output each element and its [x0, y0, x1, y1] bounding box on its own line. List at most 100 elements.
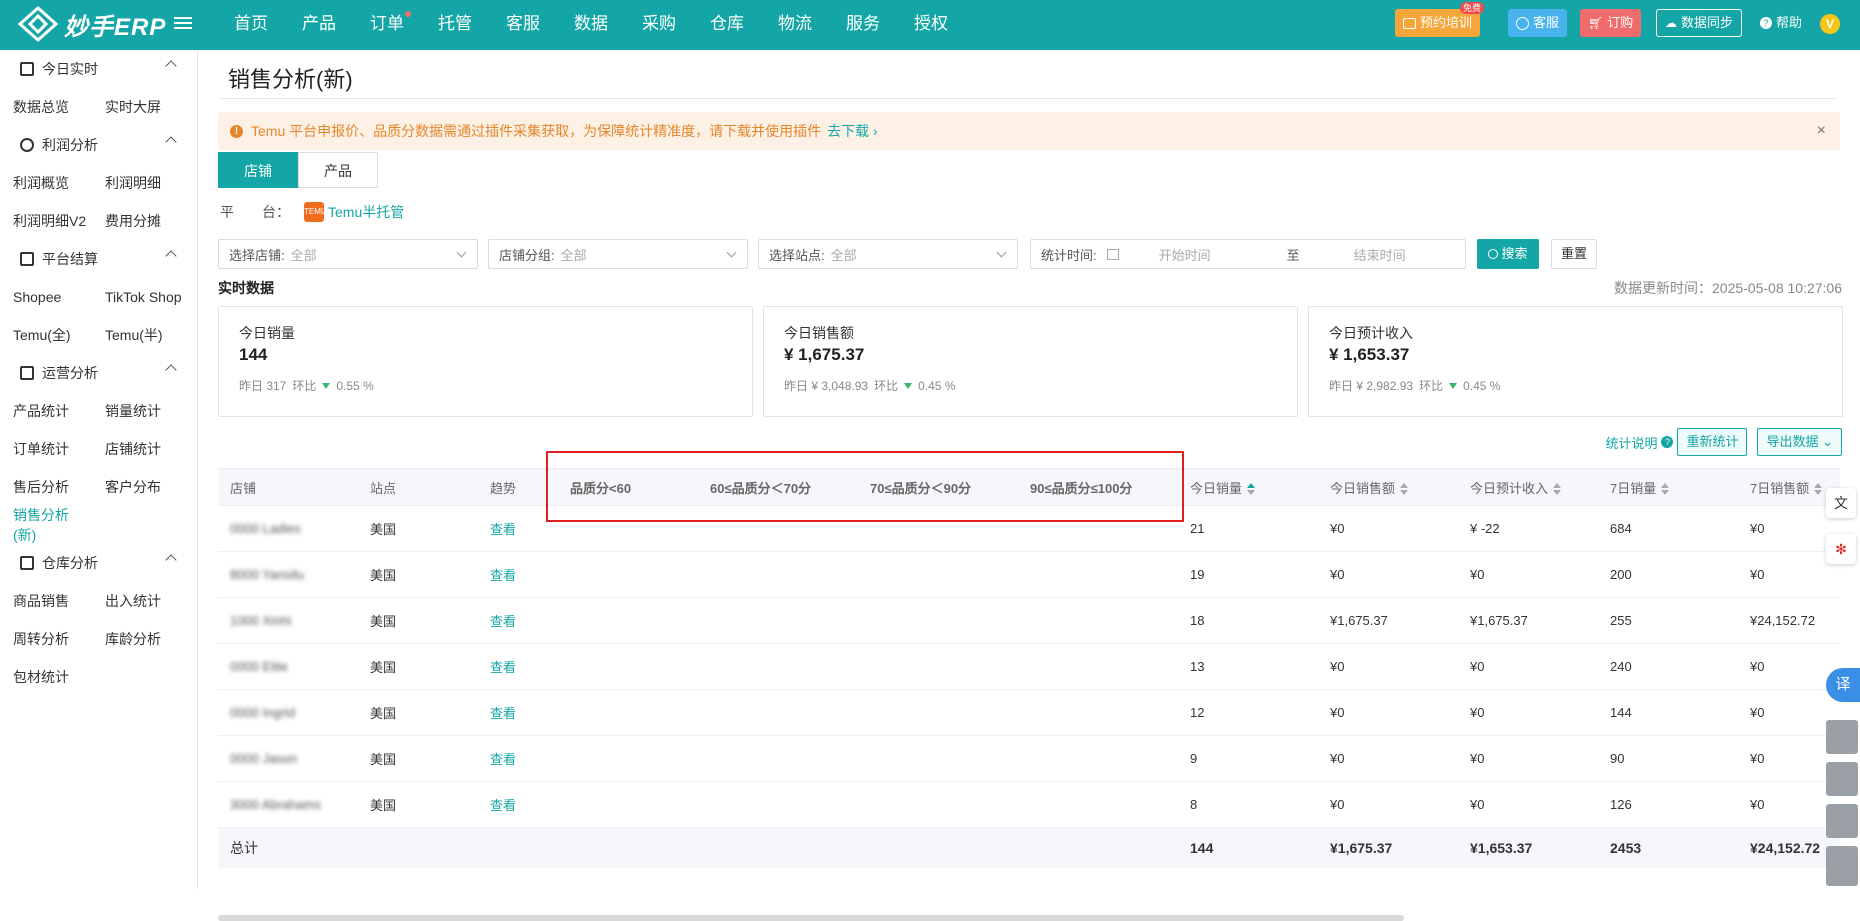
sidebar-item[interactable]: 实时大屏	[92, 97, 184, 117]
sidebar-item[interactable]: Temu(全)	[0, 325, 92, 345]
nav-item-10[interactable]: 授权	[897, 0, 965, 50]
table-row: 8000 Yansilu 美国 查看 19 ¥0 ¥0 200 ¥0	[218, 552, 1840, 598]
platform-name[interactable]: Temu半托管	[328, 202, 404, 222]
sort-icon[interactable]	[1661, 483, 1670, 496]
nav-item-3[interactable]: 托管	[421, 0, 489, 50]
sort-icon[interactable]	[1814, 483, 1823, 496]
start-date-input[interactable]: 开始时间	[1159, 245, 1279, 264]
chevron-down-icon	[726, 247, 737, 258]
app-logo[interactable]: 妙手ERP	[18, 6, 166, 42]
trend-view-link[interactable]: 查看	[478, 749, 558, 768]
help-button[interactable]: ? 帮助	[1752, 9, 1810, 37]
tab-store[interactable]: 店铺	[218, 152, 298, 188]
download-link[interactable]: 去下载 ›	[827, 121, 878, 141]
date-range-picker[interactable]: 统计时间: 开始时间 至 结束时间	[1030, 239, 1466, 269]
search-button[interactable]: 搜索	[1477, 239, 1539, 269]
card-value: ¥ 1,675.37	[784, 345, 865, 364]
sidebar-row: 包材统计	[0, 658, 197, 696]
trend-view-link[interactable]: 查看	[478, 657, 558, 676]
close-icon[interactable]: ×	[1817, 122, 1826, 140]
customer-service-button[interactable]: 客服	[1508, 9, 1568, 37]
site-select[interactable]: 选择站点: 全部	[758, 239, 1018, 269]
avatar[interactable]: V	[1820, 14, 1840, 34]
end-date-input[interactable]: 结束时间	[1354, 245, 1406, 264]
trend-view-link[interactable]: 查看	[478, 795, 558, 814]
sidebar-item[interactable]: 售后分析	[0, 477, 92, 497]
nav-item-2[interactable]: 订单	[353, 0, 421, 50]
sidebar-group-2[interactable]: 平台结算	[0, 240, 197, 278]
date-range-label: 统计时间:	[1041, 247, 1097, 263]
view-tabs: 店铺 产品	[218, 152, 378, 188]
sidebar-item[interactable]: 数据总览	[0, 97, 92, 117]
data-sync-button[interactable]: ☁ 数据同步	[1656, 9, 1743, 37]
trend-view-link[interactable]: 查看	[478, 565, 558, 584]
menu-toggle-icon[interactable]	[174, 14, 192, 32]
sidebar-item[interactable]: Shopee	[0, 289, 92, 305]
sort-icon[interactable]	[1400, 483, 1409, 496]
nav-item-1[interactable]: 产品	[285, 0, 353, 50]
sidebar-item[interactable]: 店铺统计	[92, 439, 184, 459]
recalculate-button[interactable]: 重新统计	[1677, 428, 1748, 456]
nav-item-9[interactable]: 服务	[829, 0, 897, 50]
export-button[interactable]: 导出数据 ⌄	[1757, 428, 1842, 456]
tab-product[interactable]: 产品	[298, 152, 378, 188]
reset-button[interactable]: 重置	[1551, 239, 1597, 269]
mobile-icon[interactable]	[1826, 720, 1858, 754]
sidebar-item[interactable]: Temu(半)	[92, 325, 184, 345]
column-header[interactable]: 7日销售额	[1738, 478, 1840, 497]
order-button[interactable]: 🛒︎ 订购	[1580, 9, 1642, 37]
horizontal-scrollbar[interactable]	[218, 915, 1404, 921]
back-to-top-icon[interactable]	[1826, 846, 1858, 886]
sidebar-item[interactable]: 库龄分析	[92, 629, 184, 649]
network-float-icon[interactable]: ✻	[1826, 534, 1856, 564]
sidebar-group-3[interactable]: 运营分析	[0, 354, 197, 392]
store-group-select[interactable]: 店铺分组: 全部	[488, 239, 748, 269]
edit-icon[interactable]	[1826, 762, 1858, 796]
sidebar-item[interactable]: 费用分摊	[92, 211, 184, 231]
nav-item-5[interactable]: 数据	[557, 0, 625, 50]
nav-item-4[interactable]: 客服	[489, 0, 557, 50]
sidebar-item[interactable]: 周转分析	[0, 629, 92, 649]
column-header[interactable]: 今日预计收入	[1458, 478, 1598, 497]
table-cell: ¥0	[1750, 705, 1765, 720]
translate-float-icon[interactable]: 文	[1826, 488, 1856, 518]
sidebar-item[interactable]: 销售分析(新)	[0, 505, 92, 545]
sidebar-item[interactable]: 订单统计	[0, 439, 92, 459]
training-button[interactable]: 预约培训 免费	[1395, 2, 1485, 37]
sidebar-row: 数据总览 实时大屏	[0, 88, 197, 126]
store-select[interactable]: 选择店铺: 全部	[218, 239, 478, 269]
refresh-icon[interactable]	[1826, 804, 1858, 838]
sidebar-group-1[interactable]: 利润分析	[0, 126, 197, 164]
nav-item-7[interactable]: 仓库	[693, 0, 761, 50]
trend-view-link[interactable]: 查看	[478, 611, 558, 630]
sidebar-group-4[interactable]: 仓库分析	[0, 544, 197, 582]
translate-button[interactable]: 译	[1826, 668, 1860, 702]
sidebar-item[interactable]: 利润明细V2	[0, 211, 92, 231]
table-cell: 美国	[370, 614, 397, 629]
sidebar-item[interactable]: 销量统计	[92, 401, 184, 421]
table-row: 1000 Xinhi 美国 查看 18 ¥1,675.37 ¥1,675.37 255 ¥24…	[218, 598, 1840, 644]
stats-note-link[interactable]: 统计说明	[1605, 433, 1657, 452]
platform-row: 平 台： TEMU Temu半托管	[220, 202, 404, 222]
table-cell: ¥1,675.37	[1470, 613, 1528, 628]
column-header[interactable]: 7日销量	[1598, 478, 1738, 497]
cloud-icon: ☁	[1665, 16, 1677, 30]
sidebar-group-0[interactable]: 今日实时	[0, 50, 197, 88]
sidebar-item[interactable]: 出入统计	[92, 591, 184, 611]
column-header[interactable]: 今日销量	[1178, 478, 1318, 497]
column-header[interactable]: 今日销售额	[1318, 478, 1458, 497]
sidebar-item[interactable]: 利润明细	[92, 173, 184, 193]
trend-view-link[interactable]: 查看	[478, 703, 558, 722]
sidebar-item[interactable]: 商品销售	[0, 591, 92, 611]
nav-item-6[interactable]: 采购	[625, 0, 693, 50]
sort-icon[interactable]	[1553, 483, 1562, 496]
sort-icon[interactable]	[1247, 483, 1256, 496]
sidebar-item[interactable]: TikTok Shop	[92, 289, 184, 305]
sidebar-item[interactable]: 客户分布	[92, 477, 184, 497]
sidebar-item[interactable]: 包材统计	[0, 667, 92, 687]
nav-item-8[interactable]: 物流	[761, 0, 829, 50]
nav-item-0[interactable]: 首页	[217, 0, 285, 50]
question-icon[interactable]: ?	[1661, 436, 1674, 448]
sidebar-item[interactable]: 产品统计	[0, 401, 92, 421]
sidebar-item[interactable]: 利润概览	[0, 173, 92, 193]
